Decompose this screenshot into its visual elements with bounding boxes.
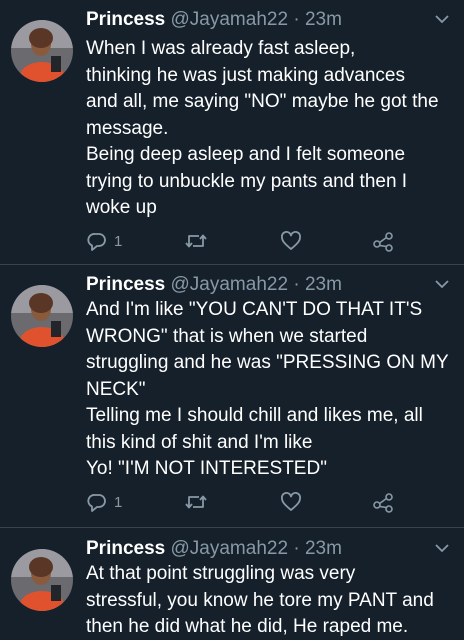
avatar[interactable] — [11, 285, 73, 347]
like-icon — [281, 231, 301, 250]
author-handle[interactable]: @Jayamah22 — [171, 9, 289, 30]
tweet-actions: 1 — [86, 229, 426, 253]
share-icon — [373, 232, 393, 252]
reply-button[interactable]: 1 — [86, 229, 122, 253]
timestamp[interactable]: 23m — [305, 9, 342, 30]
share-button[interactable] — [372, 229, 396, 253]
chevron-down-icon[interactable] — [434, 11, 450, 27]
avatar-image — [11, 285, 73, 347]
timeline: Princess @Jayamah22 · 23m When I was alr… — [0, 0, 464, 640]
like-button[interactable] — [280, 229, 302, 253]
retweet-icon — [185, 495, 207, 509]
reply-button[interactable]: 1 — [86, 490, 122, 514]
tweet[interactable]: Princess @Jayamah22 · 23m At that point … — [0, 537, 464, 640]
author-name[interactable]: Princess — [86, 9, 165, 30]
share-button[interactable] — [372, 490, 396, 514]
like-button[interactable] — [280, 490, 302, 514]
divider — [0, 527, 464, 528]
reply-icon — [87, 494, 106, 512]
tweet-text: At that point struggling was very stress… — [86, 563, 434, 637]
tweet-header: Princess @Jayamah22 · 23m — [86, 537, 342, 561]
tweet[interactable]: Princess @Jayamah22 · 23m When I was alr… — [0, 8, 464, 264]
avatar[interactable] — [11, 549, 73, 611]
author-handle[interactable]: @Jayamah22 — [171, 538, 289, 559]
retweet-button[interactable] — [184, 229, 208, 253]
tweet-actions: 1 — [86, 490, 426, 514]
separator: · — [293, 274, 300, 295]
reply-icon — [87, 233, 106, 251]
share-icon — [373, 493, 393, 513]
chevron-down-icon[interactable] — [434, 540, 450, 556]
like-icon — [281, 492, 301, 511]
timestamp[interactable]: 23m — [305, 538, 342, 559]
chevron-down-icon[interactable] — [434, 276, 450, 292]
tweet-text: When I was already fast asleep, thinking… — [86, 38, 439, 218]
avatar[interactable] — [11, 20, 73, 82]
tweet-header: Princess @Jayamah22 · 23m — [86, 8, 342, 32]
avatar-image — [11, 20, 73, 82]
retweet-icon — [185, 234, 207, 248]
tweet[interactable]: Princess @Jayamah22 · 23m And I'm like "… — [0, 273, 464, 526]
separator: · — [293, 9, 300, 30]
divider — [0, 264, 464, 265]
author-handle[interactable]: @Jayamah22 — [171, 274, 289, 295]
timestamp[interactable]: 23m — [305, 274, 342, 295]
author-name[interactable]: Princess — [86, 538, 165, 559]
author-name[interactable]: Princess — [86, 274, 165, 295]
tweet-text: And I'm like "YOU CAN'T DO THAT IT'S WRO… — [86, 299, 449, 479]
reply-count: 1 — [114, 232, 123, 250]
avatar-image — [11, 549, 73, 611]
tweet-header: Princess @Jayamah22 · 23m — [86, 273, 342, 297]
reply-count: 1 — [114, 493, 123, 511]
separator: · — [293, 538, 300, 559]
retweet-button[interactable] — [184, 490, 208, 514]
